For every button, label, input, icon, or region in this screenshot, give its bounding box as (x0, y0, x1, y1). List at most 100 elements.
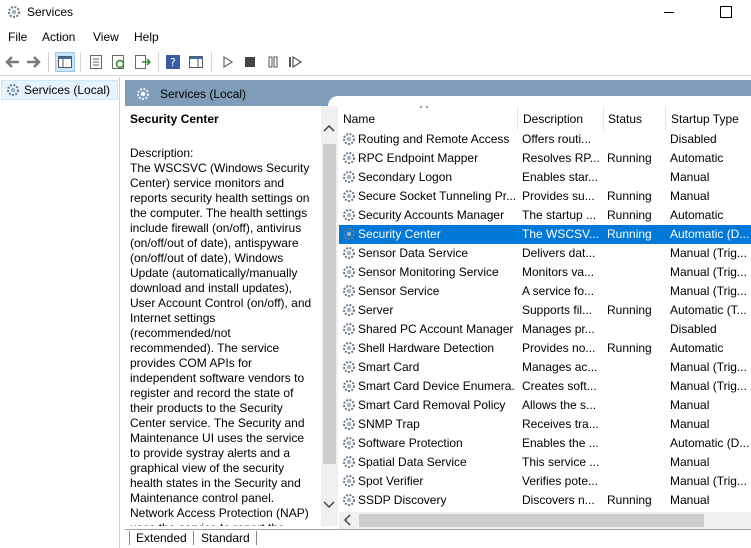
stop-service-icon[interactable] (240, 52, 260, 72)
table-row[interactable]: SNMP Trap Receives tra... Manual (339, 415, 751, 434)
service-description-cell: Monitors va... (522, 265, 595, 279)
table-row[interactable]: Software Protection Enables the ... Automa… (339, 434, 751, 453)
service-startup-cell: Automatic (T... (670, 303, 747, 317)
console-tree-icon[interactable] (55, 52, 75, 72)
service-startup-cell: Manual (Trig... (670, 474, 747, 488)
table-row[interactable]: RPC Endpoint Mapper Resolves RP... Running… (339, 149, 751, 168)
column-header-name[interactable]: Name (343, 112, 375, 126)
table-row[interactable]: Sensor Service A service fo... Manual (Tri… (339, 282, 751, 301)
service-startup-cell: Manual (Trig... (670, 265, 747, 279)
service-startup-cell: Automatic (670, 151, 724, 165)
service-startup-cell: Manual (670, 189, 710, 203)
description-label: Description: (130, 146, 194, 160)
pane-title: Services (Local) (160, 87, 247, 101)
tree-item-services-local[interactable]: Services (Local) (1, 80, 118, 100)
service-startup-cell: Manual (Trig... (670, 360, 747, 374)
service-description-cell: Manages pr... (522, 322, 595, 336)
service-description-cell: Verifies pote... (522, 474, 599, 488)
table-row[interactable]: Routing and Remote Access Offers routi...… (339, 130, 751, 149)
service-status-cell: Running (607, 208, 652, 222)
tab-standard[interactable]: Standard (195, 531, 257, 545)
minimize-button[interactable] (656, 0, 684, 24)
service-gear-icon (341, 264, 357, 280)
service-startup-cell: Automatic (D... (670, 227, 750, 241)
service-name-cell: SSDP Discovery (358, 493, 447, 507)
table-row[interactable]: Server Supports fil... Running Automatic (T… (339, 301, 751, 320)
export-list-icon[interactable] (133, 52, 153, 72)
service-gear-icon (341, 378, 357, 394)
service-name-cell: Spatial Data Service (358, 455, 467, 469)
pause-service-icon[interactable] (263, 52, 283, 72)
services-list: Name Description Status Startup Type Rou… (339, 106, 751, 516)
scroll-up-icon[interactable] (323, 124, 335, 135)
window-title: Services (27, 5, 74, 19)
table-row[interactable]: Shared PC Account Manager Manages pr... Di… (339, 320, 751, 339)
service-status-cell: Running (607, 189, 652, 203)
svg-text:?: ? (170, 56, 176, 69)
gear-icon (135, 86, 151, 105)
service-startup-cell: Automatic (670, 208, 724, 222)
maximize-button[interactable] (711, 0, 739, 24)
properties-icon[interactable] (86, 52, 106, 72)
back-arrow-icon[interactable] (2, 52, 22, 72)
table-row[interactable]: Sensor Data Service Delivers dat... Manual… (339, 244, 751, 263)
column-headers: Name Description Status Startup Type (339, 106, 751, 130)
forward-arrow-icon[interactable] (24, 52, 44, 72)
service-description-cell: Resolves RP... (522, 151, 600, 165)
service-name-cell: Software Protection (358, 436, 463, 450)
scroll-thumb[interactable] (323, 144, 336, 464)
menu-view[interactable]: View (93, 30, 119, 44)
refresh-icon[interactable] (109, 52, 129, 72)
service-startup-cell: Disabled (670, 322, 717, 336)
menu-help[interactable]: Help (134, 30, 159, 44)
table-row[interactable]: Secure Socket Tunneling Pr... Provides su… (339, 187, 751, 206)
start-service-icon[interactable] (218, 52, 238, 72)
service-gear-icon (341, 359, 357, 375)
service-name-cell: Secure Socket Tunneling Pr... (358, 189, 516, 203)
table-row[interactable]: SSDP Discovery Discovers n... Running Manua… (339, 491, 751, 510)
service-description-cell: Discovers n... (522, 493, 595, 507)
service-status-cell: Running (607, 227, 652, 241)
column-header-description[interactable]: Description (523, 112, 583, 126)
column-header-startup-type[interactable]: Startup Type (671, 112, 739, 126)
table-row[interactable]: Spatial Data Service This service ... Manu… (339, 453, 751, 472)
service-gear-icon (341, 397, 357, 413)
service-gear-icon (341, 473, 357, 489)
table-row[interactable]: Smart Card Manages ac... Manual (Trig... (339, 358, 751, 377)
tab-extended[interactable]: Extended (129, 531, 194, 545)
table-row[interactable]: Smart Card Device Enumera... Creates soft… (339, 377, 751, 396)
resume-service-icon[interactable] (285, 52, 305, 72)
action-pane-icon[interactable] (186, 52, 206, 72)
service-status-cell: Running (607, 341, 652, 355)
table-row[interactable]: Spot Verifier Verifies pote... Manual (Tri… (339, 472, 751, 491)
service-status-cell: Running (607, 151, 652, 165)
service-description-cell: The WSCSV... (522, 227, 599, 241)
service-gear-icon (341, 188, 357, 204)
table-row[interactable]: Shell Hardware Detection Provides no... Ru… (339, 339, 751, 358)
help-icon[interactable]: ? (163, 52, 183, 72)
service-name-cell: Smart Card (358, 360, 420, 374)
service-name-cell: SNMP Trap (358, 417, 420, 431)
table-row[interactable]: Security Accounts Manager The startup ...… (339, 206, 751, 225)
pane-header: Services (Local) (125, 80, 751, 108)
service-gear-icon (341, 150, 357, 166)
vertical-scrollbar[interactable] (321, 106, 338, 526)
menu-bar: File Action View Help (0, 26, 751, 48)
table-row[interactable]: Secondary Logon Enables star... Manual (339, 168, 751, 187)
service-startup-cell: Automatic (D... (670, 436, 750, 450)
menu-file[interactable]: File (8, 30, 27, 44)
column-header-status[interactable]: Status (608, 112, 642, 126)
service-name-cell: Shared PC Account Manager (358, 322, 514, 336)
table-row[interactable]: Smart Card Removal Policy Allows the s...… (339, 396, 751, 415)
menu-action[interactable]: Action (42, 30, 75, 44)
table-row[interactable]: Security Center The WSCSV... Running Automa… (339, 225, 751, 244)
scroll-left-icon[interactable] (343, 514, 351, 529)
table-row[interactable]: Sensor Monitoring Service Monitors va... M… (339, 263, 751, 282)
service-startup-cell: Disabled (670, 132, 717, 146)
service-gear-icon (341, 416, 357, 432)
scroll-thumb[interactable] (359, 514, 704, 527)
scroll-down-icon[interactable] (323, 501, 335, 512)
service-description-cell: Provides no... (522, 341, 596, 355)
horizontal-scrollbar[interactable] (339, 512, 751, 529)
service-startup-cell: Manual (670, 398, 710, 412)
